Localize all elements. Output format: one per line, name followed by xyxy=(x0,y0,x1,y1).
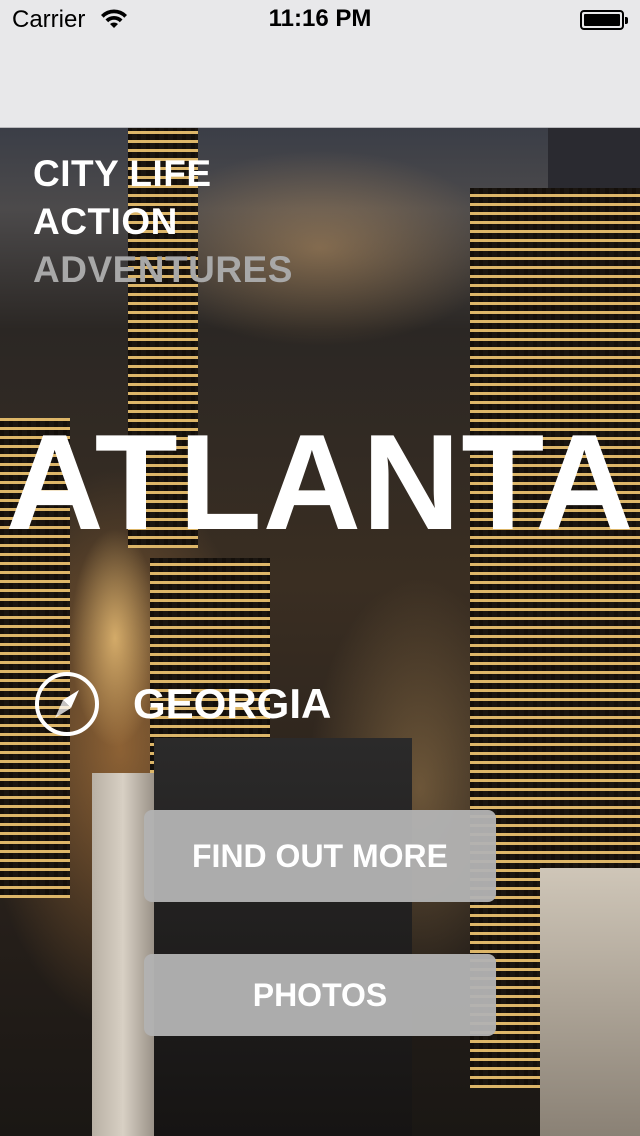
battery-icon xyxy=(580,10,628,30)
compass-icon xyxy=(35,672,99,736)
tagline-adventures: ADVENTURES xyxy=(33,249,293,290)
status-time: 11:16 PM xyxy=(268,5,372,32)
tagline-action: ACTION xyxy=(33,201,178,242)
state-label: GEORGIA xyxy=(133,680,332,727)
taglines: CITY LIFE ACTION ADVENTURES xyxy=(33,150,293,294)
top-bar: Carrier 11:16 PM xyxy=(0,0,640,128)
tagline-city-life: CITY LIFE xyxy=(33,153,212,194)
photos-button[interactable]: PHOTOS xyxy=(144,954,496,1036)
city-title: ATLANTA xyxy=(5,406,635,558)
status-bar: Carrier 11:16 PM xyxy=(0,0,640,40)
find-out-more-button[interactable]: FIND OUT MORE xyxy=(144,810,496,902)
